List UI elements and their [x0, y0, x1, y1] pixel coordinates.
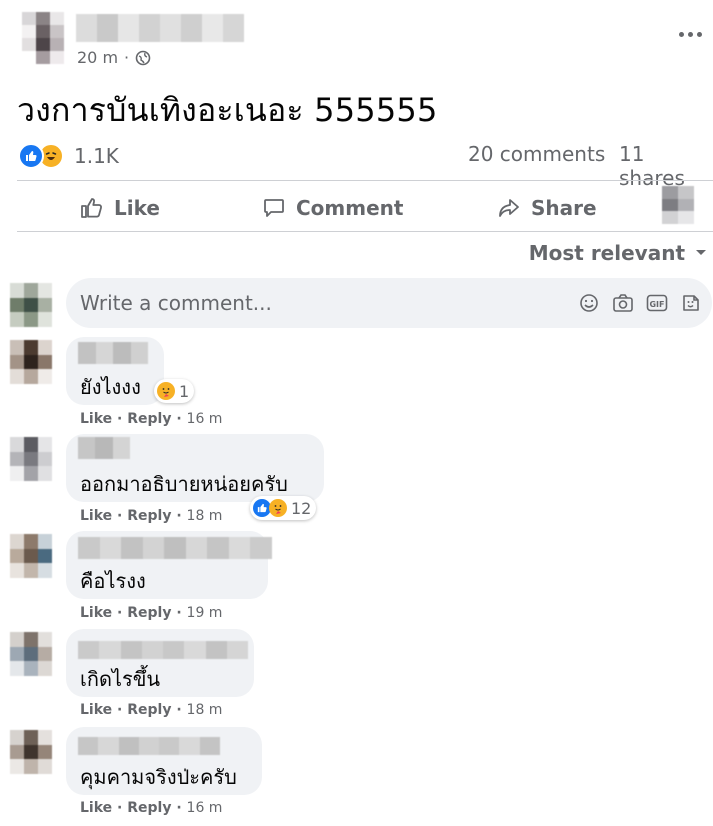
sort-label: Most relevant: [528, 241, 685, 265]
comment-time[interactable]: 16 m: [187, 411, 223, 427]
divider-bottom: [17, 231, 713, 232]
gif-icon[interactable]: GIF: [646, 292, 668, 314]
caret-down-icon: [695, 249, 707, 257]
like-icon: [18, 143, 44, 169]
comment-bubble: เกิดไรขึ้น: [66, 629, 254, 697]
comment-bubble: คือไรงง: [66, 531, 272, 599]
post-time[interactable]: 20 m: [77, 48, 118, 67]
care-icon: [157, 382, 175, 400]
comments-count[interactable]: 20 comments: [468, 142, 605, 166]
commenter-avatar[interactable]: [10, 437, 52, 481]
comment-reply-link[interactable]: Reply: [127, 800, 171, 816]
comment-actions: Like · Reply · 16 m: [80, 411, 223, 427]
share-label: Share: [531, 196, 597, 220]
like-label: Like: [114, 196, 160, 220]
comment-like-link[interactable]: Like: [80, 508, 112, 524]
comment-actions: Like · Reply · 19 m: [80, 605, 223, 621]
share-arrow-icon: [497, 196, 521, 220]
comment-reactions[interactable]: 1: [154, 379, 195, 403]
comment-like-link[interactable]: Like: [80, 411, 112, 427]
comment-time[interactable]: 18 m: [187, 508, 223, 524]
comment-reply-link[interactable]: Reply: [127, 411, 171, 427]
comment-bubble: คุมคามจริงป่ะครับ: [66, 727, 262, 795]
comment-label: Comment: [296, 196, 404, 220]
share-as-avatar[interactable]: [662, 186, 694, 224]
comment-bubble: ยังไงงง: [66, 337, 164, 405]
comment-time[interactable]: 19 m: [187, 605, 223, 621]
comment-text: ออกมาอธิบายหน่อยครับ: [80, 472, 288, 496]
meta-separator: ·: [124, 48, 130, 67]
comment-reply-link[interactable]: Reply: [127, 702, 171, 718]
comment-reactions[interactable]: 12: [250, 496, 317, 520]
comment-actions: Like · Reply · 16 m: [80, 800, 223, 816]
commenter-avatar[interactable]: [10, 340, 52, 384]
reactions-summary[interactable]: 1.1K: [18, 143, 119, 169]
comment-input[interactable]: Write a comment... GIF: [66, 278, 712, 328]
reaction-count: 12: [291, 498, 312, 518]
author-name[interactable]: [76, 14, 244, 42]
comment-actions: Like · Reply · 18 m: [80, 508, 223, 524]
shares-count[interactable]: 11 shares: [619, 142, 713, 190]
commenter-name[interactable]: [78, 537, 272, 559]
reaction-count: 1: [179, 381, 190, 401]
post-text: วงการบันเทิงอะเนอะ 555555: [17, 91, 438, 129]
commenter-avatar[interactable]: [10, 534, 52, 578]
care-icon: [269, 499, 287, 517]
more-icon[interactable]: [679, 26, 705, 42]
comment-reply-link[interactable]: Reply: [127, 508, 171, 524]
reactions-count: 1.1K: [74, 144, 119, 168]
commenter-avatar[interactable]: [10, 632, 52, 676]
divider-top: [17, 180, 713, 181]
speech-bubble-icon: [262, 196, 286, 220]
comment-like-link[interactable]: Like: [80, 702, 112, 718]
emoji-icon[interactable]: [578, 292, 600, 314]
comment-text: ยังไงงง: [80, 375, 141, 399]
commenter-name[interactable]: [78, 641, 248, 659]
author-avatar[interactable]: [22, 12, 64, 64]
comment-text: เกิดไรขึ้น: [80, 667, 161, 691]
commenter-avatar[interactable]: [10, 730, 52, 774]
sort-dropdown[interactable]: Most relevant: [529, 241, 707, 265]
globe-icon: [135, 50, 151, 66]
current-user-avatar: [10, 283, 52, 327]
comment-like-link[interactable]: Like: [80, 800, 112, 816]
comment-placeholder: Write a comment...: [80, 291, 272, 315]
comment-time[interactable]: 16 m: [187, 800, 223, 816]
share-button[interactable]: Share: [497, 190, 597, 226]
comment-bubble: ออกมาอธิบายหน่อยครับ: [66, 434, 324, 502]
camera-icon[interactable]: [612, 292, 634, 314]
comment-time[interactable]: 18 m: [187, 702, 223, 718]
svg-text:GIF: GIF: [649, 300, 664, 309]
comment-text: คือไรงง: [80, 569, 146, 593]
like-button[interactable]: Like: [80, 190, 160, 226]
post-meta: 20 m ·: [77, 48, 151, 67]
commenter-name[interactable]: [78, 342, 148, 364]
thumbs-up-icon: [80, 196, 104, 220]
comment-button[interactable]: Comment: [262, 190, 403, 226]
comment-reply-link[interactable]: Reply: [127, 605, 171, 621]
commenter-name[interactable]: [78, 437, 130, 459]
sticker-icon[interactable]: [680, 292, 702, 314]
comment-like-link[interactable]: Like: [80, 605, 112, 621]
comment-text: คุมคามจริงป่ะครับ: [80, 765, 237, 789]
commenter-name[interactable]: [78, 737, 220, 755]
comment-actions: Like · Reply · 18 m: [80, 702, 223, 718]
